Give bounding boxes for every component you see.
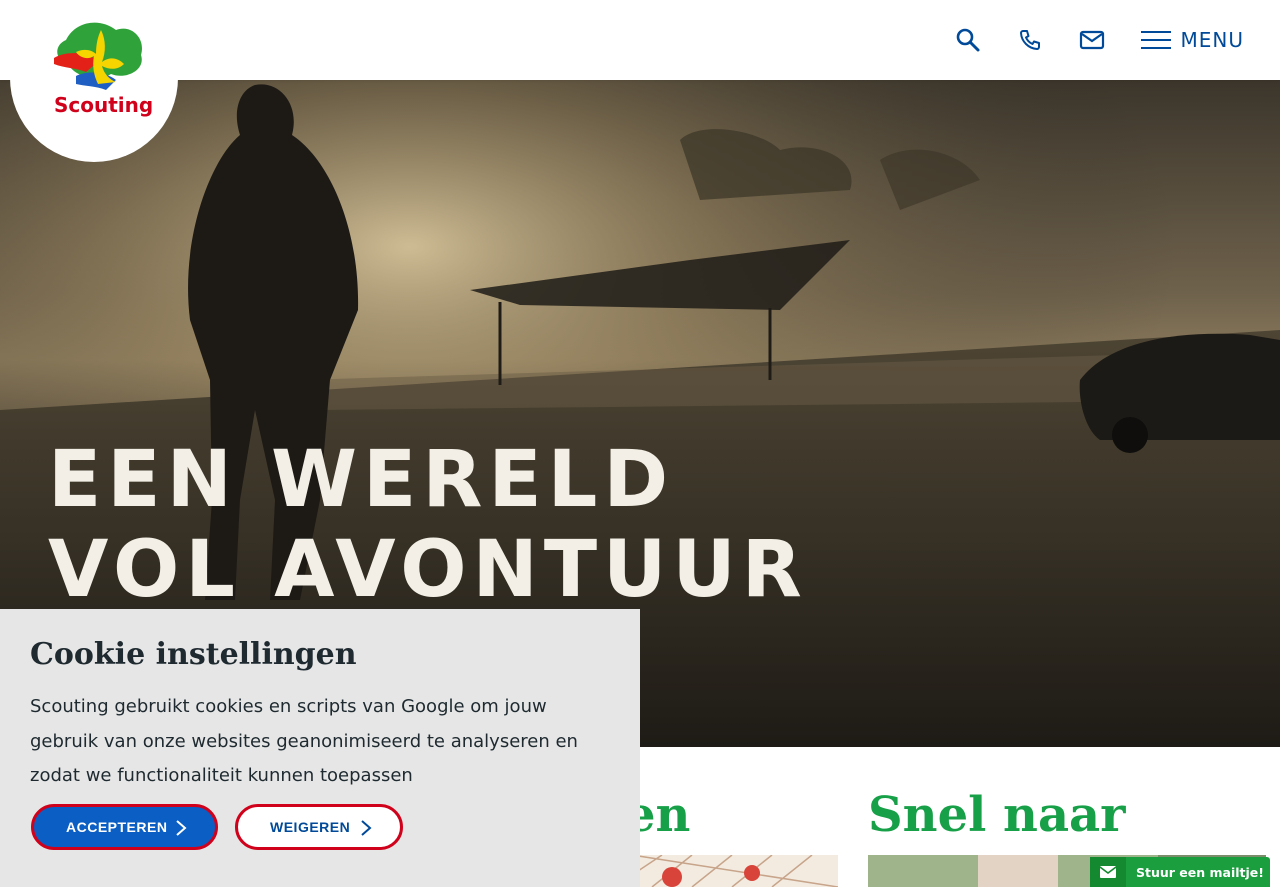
hero-title: Een wereld vol avontuur xyxy=(48,435,808,615)
activities-thumbnail[interactable] xyxy=(632,855,838,887)
decline-button[interactable]: WEIGEREN xyxy=(235,804,403,850)
accept-button-label: ACCEPTEREN xyxy=(66,819,168,835)
hamburger-icon xyxy=(1140,31,1171,49)
svg-text:Scouting: Scouting xyxy=(54,93,153,117)
cookie-settings-panel: Cookie instellingen Scouting gebruikt co… xyxy=(0,609,640,887)
accept-button[interactable]: ACCEPTEREN xyxy=(31,804,218,850)
menu-label: MENU xyxy=(1180,28,1244,52)
envelope-icon xyxy=(1090,857,1126,887)
cookie-title: Cookie instellingen xyxy=(30,637,357,672)
phone-icon[interactable] xyxy=(1017,22,1043,58)
cookie-description: Scouting gebruikt cookies en scripts van… xyxy=(30,696,578,786)
header-actions: MENU xyxy=(955,22,1245,58)
search-icon[interactable] xyxy=(955,22,981,58)
menu-button[interactable]: MENU xyxy=(1140,28,1245,52)
chevron-right-icon xyxy=(361,820,372,836)
send-mail-label: Stuur een mailtje! xyxy=(1136,864,1264,880)
site-header: MENU xyxy=(0,0,1280,80)
scouting-logo[interactable]: Scouting xyxy=(6,0,186,165)
send-mail-widget[interactable]: Stuur een mailtje! xyxy=(1090,857,1270,887)
mail-icon[interactable] xyxy=(1079,22,1105,58)
chevron-right-icon xyxy=(176,820,187,836)
decline-button-label: WEIGEREN xyxy=(270,819,351,835)
section-title-snel-naar: Snel naar xyxy=(868,787,1126,843)
